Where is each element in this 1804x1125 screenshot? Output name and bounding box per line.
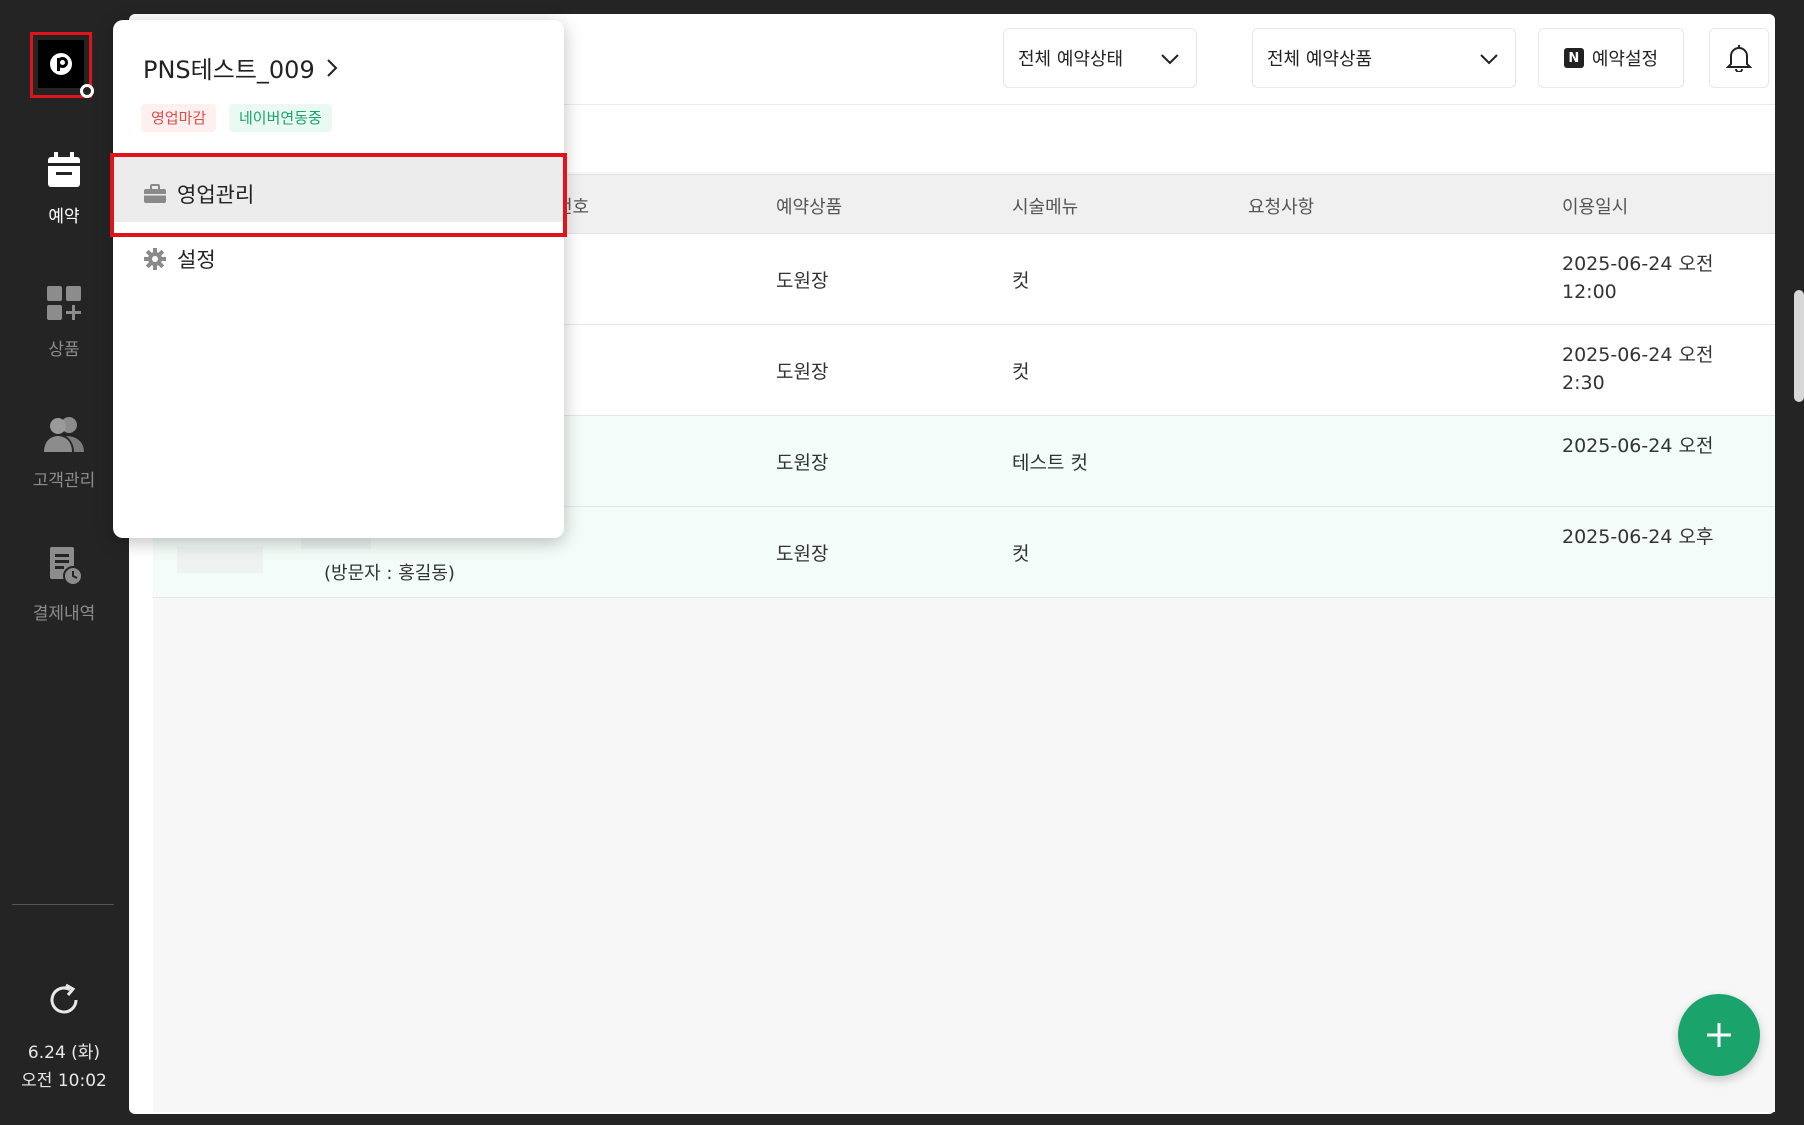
sidebar-time: 오전 10:02 <box>21 1071 107 1091</box>
row-product: 도원장 <box>776 543 829 565</box>
sidebar-item-label: 고객관리 <box>32 471 96 491</box>
sidebar: 예약 상품 고객관리 결제내역 6.24 (화) 오전 10:02 <box>0 0 128 1125</box>
shop-name-link[interactable]: PNS테스트_009 <box>143 50 339 85</box>
sidebar-item-label: 예약 <box>48 207 80 227</box>
calendar-icon <box>48 152 80 187</box>
briefcase-icon <box>144 184 166 203</box>
menu-item-label: 영업관리 <box>177 183 255 207</box>
column-header-product: 예약상품 <box>776 197 843 218</box>
status-badge-naver: 네이버연동중 <box>229 104 332 132</box>
product-filter-label: 전체 예약상품 <box>1267 49 1373 70</box>
row-menu: 컷 <box>1012 270 1030 292</box>
users-icon <box>44 417 84 452</box>
row-date-line1: 2025-06-24 오후 <box>1562 526 1714 548</box>
add-reservation-button[interactable] <box>1678 994 1760 1076</box>
sidebar-divider <box>12 904 114 905</box>
scrollbar[interactable] <box>1794 290 1804 402</box>
refresh-icon <box>50 983 78 1014</box>
app-logo[interactable] <box>38 40 84 88</box>
row-product: 도원장 <box>776 270 829 292</box>
row-placeholder <box>177 547 263 573</box>
row-menu: 테스트 컷 <box>1012 452 1088 474</box>
row-date-line2: 2:30 <box>1562 372 1605 394</box>
plus-icon <box>1707 1023 1731 1047</box>
row-menu: 컷 <box>1012 543 1030 565</box>
chevron-down-icon <box>1480 54 1498 65</box>
column-header-request: 요청사항 <box>1248 197 1315 218</box>
product-filter-select[interactable]: 전체 예약상품 <box>1252 28 1516 88</box>
sidebar-item-label: 결제내역 <box>32 604 96 624</box>
status-badge-closed: 영업마감 <box>141 104 217 132</box>
row-date: 2025-06-24 오전 <box>1562 432 1742 460</box>
shop-menu-popup: PNS테스트_009 영업마감 네이버연동중 영업관리 설정 <box>110 20 567 538</box>
row-date: 2025-06-24 오전 2:30 <box>1562 341 1742 397</box>
row-product: 도원장 <box>776 361 829 383</box>
naver-badge-icon: N <box>1563 48 1584 68</box>
row-visitor: (방문자 : 홍길동) <box>324 563 455 584</box>
row-menu: 컷 <box>1012 361 1030 383</box>
menu-item-settings[interactable]: 설정 <box>143 244 216 274</box>
row-date-line1: 2025-06-24 오전 <box>1562 253 1714 275</box>
menu-item-label: 설정 <box>177 248 216 272</box>
row-date-line2: 12:00 <box>1562 281 1617 303</box>
grid-plus-icon <box>47 286 81 320</box>
chevron-right-icon <box>327 58 338 77</box>
sidebar-item-payments[interactable]: 결제내역 <box>0 545 128 624</box>
shop-name: PNS테스트_009 <box>143 56 315 84</box>
status-filter-select[interactable]: 전체 예약상태 <box>1003 28 1197 88</box>
column-header-date: 이용일시 <box>1562 197 1629 218</box>
logo-p-icon <box>50 53 72 75</box>
row-date-line1: 2025-06-24 오전 <box>1562 435 1714 457</box>
menu-item-business[interactable]: 영업관리 <box>143 179 254 209</box>
row-placeholder <box>301 537 371 549</box>
sidebar-item-products[interactable]: 상품 <box>0 283 128 360</box>
reservation-settings-label: 예약설정 <box>1591 49 1659 70</box>
sidebar-item-customers[interactable]: 고객관리 <box>0 414 128 491</box>
reservation-settings-button[interactable]: N 예약설정 <box>1538 28 1684 88</box>
sidebar-item-reservation[interactable]: 예약 <box>0 150 128 227</box>
row-date: 2025-06-24 오전 12:00 <box>1562 250 1742 306</box>
notification-button[interactable] <box>1709 28 1769 88</box>
gear-icon <box>144 248 166 270</box>
status-filter-label: 전체 예약상태 <box>1018 49 1124 70</box>
sidebar-item-label: 상품 <box>48 340 80 360</box>
row-date: 2025-06-24 오후 <box>1562 523 1742 551</box>
row-product: 도원장 <box>776 452 829 474</box>
sidebar-date: 6.24 (화) <box>27 1043 101 1063</box>
refresh-button[interactable] <box>44 980 84 1024</box>
column-header-menu: 시술메뉴 <box>1012 197 1079 218</box>
logo-status-dot <box>80 84 94 98</box>
chevron-down-icon <box>1161 54 1179 65</box>
bell-icon <box>1726 45 1752 72</box>
row-date-line1: 2025-06-24 오전 <box>1562 344 1714 366</box>
receipt-clock-icon <box>50 547 83 586</box>
